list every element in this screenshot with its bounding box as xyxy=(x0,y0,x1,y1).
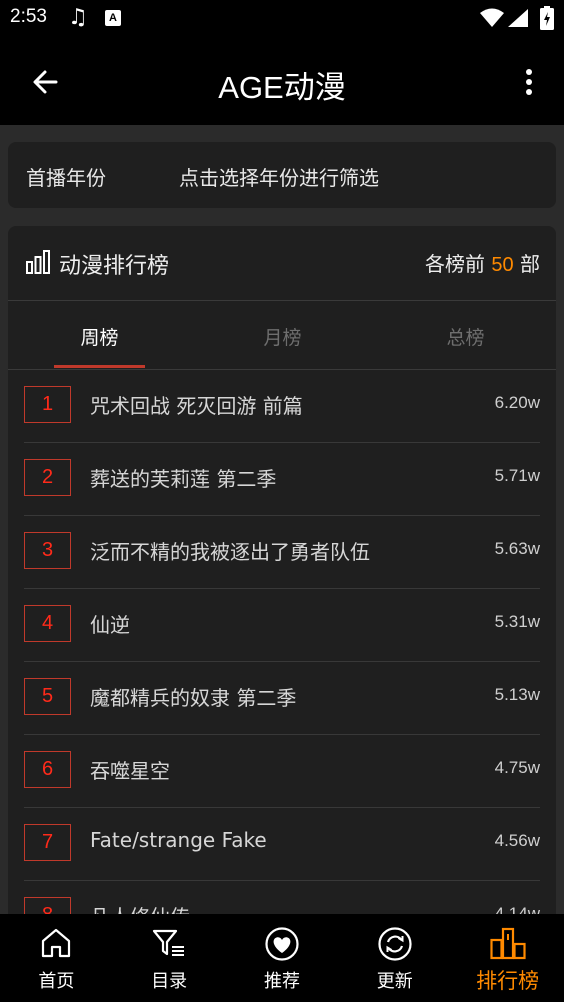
year-filter-hint[interactable]: 点击选择年份进行筛选 xyxy=(179,162,379,191)
list-item[interactable]: 1 咒术回战 死灭回游 前篇 6.20w xyxy=(24,370,540,443)
list-item[interactable]: 6 吞噬星空 4.75w xyxy=(24,735,540,808)
wifi-icon xyxy=(480,8,504,27)
rank-badge: 5 xyxy=(24,678,71,715)
ranking-count-number: 50 xyxy=(491,254,514,276)
more-vert-icon[interactable] xyxy=(515,64,543,100)
rank-badge: 1 xyxy=(24,386,71,423)
view-count: 5.13w xyxy=(494,685,540,704)
ranking-title: 动漫排行榜 xyxy=(59,254,170,279)
rank-badge: 7 xyxy=(24,824,71,861)
anime-title: 仙逆 xyxy=(90,613,130,637)
home-icon xyxy=(42,928,71,958)
list-item[interactable]: 5 魔都精兵的奴隶 第二季 5.13w xyxy=(24,662,540,735)
app-bar: AGE动漫 xyxy=(0,40,564,125)
signal-icon xyxy=(508,9,528,27)
nav-recommend[interactable]: 推荐 xyxy=(226,914,339,1002)
tab-indicator xyxy=(54,365,145,368)
anime-title: 泛而不精的我被逐出了勇者队伍 xyxy=(90,540,370,564)
view-count: 5.31w xyxy=(494,612,540,631)
battery-icon xyxy=(540,6,554,30)
view-count: 4.56w xyxy=(494,831,540,850)
nav-label-home: 首页 xyxy=(38,971,75,992)
page-title: AGE动漫 xyxy=(218,70,346,105)
rank-badge: 3 xyxy=(24,532,71,569)
anime-title: 咒术回战 死灭回游 前篇 xyxy=(90,394,303,418)
view-count: 4.75w xyxy=(494,758,540,777)
status-time: 2:53 xyxy=(10,6,47,27)
ranking-count: 各榜前 50 部 xyxy=(425,252,540,276)
nav-home[interactable]: 首页 xyxy=(0,914,113,1002)
anime-title: 葬送的芙莉莲 第二季 xyxy=(90,467,277,491)
bar-chart-icon xyxy=(26,250,50,274)
status-bar: 2:53 ♫ A xyxy=(0,0,564,40)
nav-ranking[interactable]: 排行榜 xyxy=(451,914,564,1002)
rank-badge: 2 xyxy=(24,459,71,496)
heart-circle-icon xyxy=(265,927,299,961)
rank-badge: 4 xyxy=(24,605,71,642)
anime-title: Fate/strange Fake xyxy=(90,828,267,852)
ranking-header: 动漫排行榜 各榜前 50 部 xyxy=(8,226,556,301)
tab-monthly[interactable]: 月榜 xyxy=(191,323,374,350)
rank-badge: 6 xyxy=(24,751,71,788)
year-filter-label: 首播年份 xyxy=(26,166,106,190)
ranking-card: 动漫排行榜 各榜前 50 部 周榜 月榜 总榜 1 咒术回战 死灭回游 前篇 6… xyxy=(8,226,556,986)
nav-label-ranking: 排行榜 xyxy=(476,969,540,993)
list-item[interactable]: 2 葬送的芙莉莲 第二季 5.71w xyxy=(24,443,540,516)
music-note-icon: ♫ xyxy=(68,5,88,30)
view-count: 5.71w xyxy=(494,466,540,485)
filter-list-icon xyxy=(153,929,185,956)
nav-label-updates: 更新 xyxy=(376,971,413,992)
anime-title: 吞噬星空 xyxy=(90,759,170,783)
view-count: 5.63w xyxy=(494,539,540,558)
list-item[interactable]: 4 仙逆 5.31w xyxy=(24,589,540,662)
list-item[interactable]: 3 泛而不精的我被逐出了勇者队伍 5.63w xyxy=(24,516,540,589)
nav-catalog[interactable]: 目录 xyxy=(113,914,226,1002)
app-notification-icon: A xyxy=(105,10,121,26)
nav-updates[interactable]: 更新 xyxy=(338,914,451,1002)
year-filter[interactable]: 首播年份 点击选择年份进行筛选 xyxy=(8,142,556,208)
ranking-tabs: 周榜 月榜 总榜 xyxy=(8,301,556,370)
refresh-circle-icon xyxy=(378,927,412,961)
list-item[interactable]: 7 Fate/strange Fake 4.56w xyxy=(24,808,540,881)
view-count: 6.20w xyxy=(494,393,540,412)
bottom-nav: 首页 目录 推荐 更新 排行榜 xyxy=(0,914,564,1002)
tab-total[interactable]: 总榜 xyxy=(374,323,556,350)
anime-title: 魔都精兵的奴隶 第二季 xyxy=(90,686,297,710)
nav-label-recommend: 推荐 xyxy=(263,971,300,992)
nav-label-catalog: 目录 xyxy=(151,971,188,992)
ranking-podium-icon xyxy=(489,927,526,960)
tab-weekly[interactable]: 周榜 xyxy=(8,323,191,350)
ranking-list: 1 咒术回战 死灭回游 前篇 6.20w 2 葬送的芙莉莲 第二季 5.71w … xyxy=(24,370,540,954)
